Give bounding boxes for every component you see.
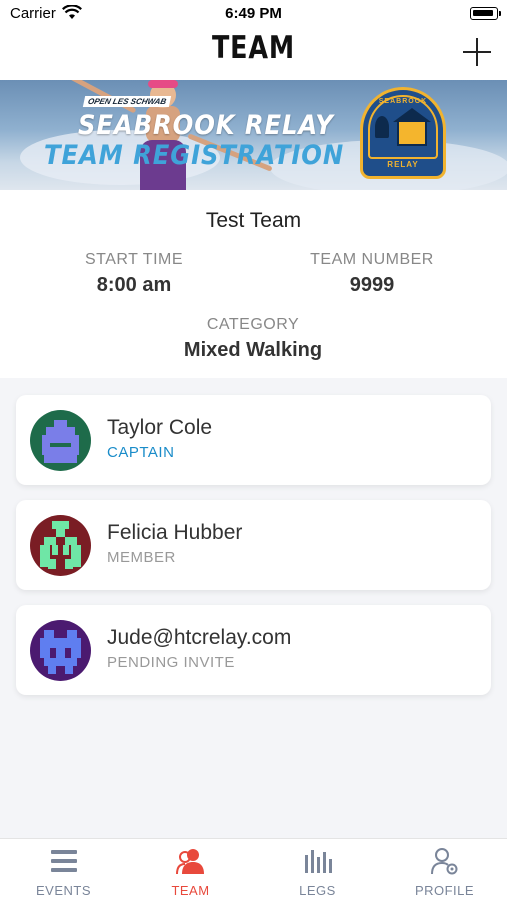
status-bar: Carrier 6:49 PM [0,0,507,26]
member-role: CAPTAIN [107,444,175,461]
team-info-panel: Test Team START TIME 8:00 am TEAM NUMBER… [0,190,507,378]
team-number-label: TEAM NUMBER [310,251,434,268]
avatar [30,515,91,576]
status-time: 6:49 PM [225,5,282,22]
avatar [30,620,91,681]
battery-icon [470,7,501,20]
member-card[interactable]: Jude@htcrelay.com PENDING INVITE [16,605,491,695]
start-time-value: 8:00 am [96,274,172,296]
member-name: Felicia Hubber [107,521,243,544]
tab-profile[interactable]: PROFILE [381,839,507,900]
tab-legs[interactable]: LEGS [254,839,381,900]
member-name: Taylor Cole [107,416,213,439]
category-label: CATEGORY [206,316,300,333]
list-icon [50,850,77,872]
profile-settings-icon [430,848,457,875]
bars-icon [304,850,332,873]
start-time-label: START TIME [84,251,184,268]
tab-bar: EVENTS TEAM LEGS PROFILE [0,838,507,900]
banner-subtitle: TEAM REGISTRATION [44,140,345,171]
member-role: MEMBER [107,549,176,566]
member-role: PENDING INVITE [107,654,235,671]
seabrook-relay-logo: SEABROOK RELAY [360,87,446,179]
avatar [30,410,91,471]
member-name: Jude@htcrelay.com [107,626,292,649]
member-card[interactable]: Felicia Hubber MEMBER [16,500,491,590]
banner-title: SEABROOK RELAY [78,110,334,141]
team-name: Test Team [205,209,302,232]
tab-events[interactable]: EVENTS [0,839,127,900]
nav-bar: TEAM [0,26,507,80]
banner-tagline: OPEN LES SCHWAB [82,96,172,107]
add-member-button[interactable] [463,38,491,66]
team-number-value: 9999 [349,274,395,296]
category-value: Mixed Walking [183,339,323,361]
member-card[interactable]: Taylor Cole CAPTAIN [16,395,491,485]
page-title: TEAM [212,30,295,66]
team-icon [175,849,204,875]
tab-team[interactable]: TEAM [127,839,254,900]
